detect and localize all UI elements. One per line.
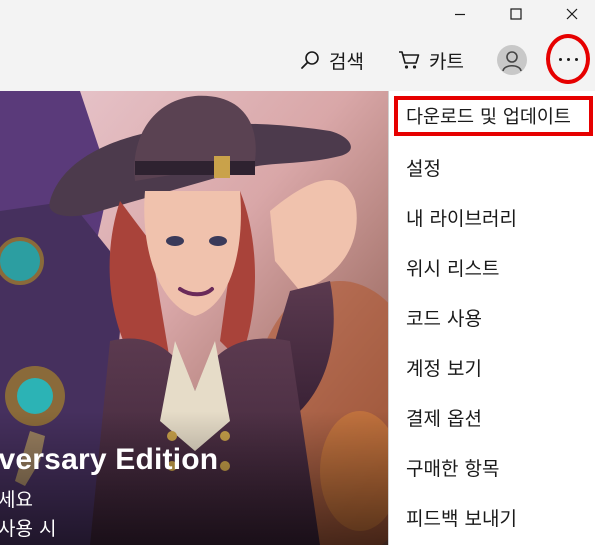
minimize-button[interactable] <box>437 0 483 28</box>
menu-item-redeem-code[interactable]: 코드 사용 <box>406 302 482 332</box>
more-options-menu: 다운로드 및 업데이트 설정 내 라이브러리 위시 리스트 코드 사용 계정 보… <box>388 91 595 545</box>
hero-title: iversary Edition <box>0 443 219 476</box>
hero-subtitle-line: 세요 <box>0 489 33 511</box>
hero-banner[interactable]: iversary Edition 세요 사용 시 <box>0 91 388 545</box>
account-button[interactable] <box>497 45 527 75</box>
cart-icon <box>399 51 420 69</box>
menu-item-downloads-updates[interactable]: 다운로드 및 업데이트 <box>394 96 593 136</box>
close-icon <box>566 8 578 20</box>
close-button[interactable] <box>549 0 595 28</box>
search-button[interactable]: 검색 <box>300 42 364 78</box>
search-label: 검색 <box>329 50 364 73</box>
avatar-icon <box>502 51 522 72</box>
more-options-button[interactable] <box>546 34 590 84</box>
search-icon <box>301 51 319 69</box>
cart-button[interactable]: 카트 <box>398 42 464 78</box>
hero-subtitle-line: 사용 시 <box>0 518 57 540</box>
maximize-button[interactable] <box>493 0 539 28</box>
minimize-icon <box>455 13 465 16</box>
menu-item-my-library[interactable]: 내 라이브러리 <box>406 202 517 232</box>
menu-item-wishlist[interactable]: 위시 리스트 <box>406 252 499 282</box>
store-toolbar: 검색 카트 <box>0 28 595 91</box>
maximize-icon <box>510 8 522 20</box>
title-bar <box>0 0 595 28</box>
ellipsis-icon <box>558 57 578 61</box>
menu-item-settings[interactable]: 설정 <box>406 152 441 182</box>
cart-label: 카트 <box>429 50 464 73</box>
menu-item-payment-options[interactable]: 결제 옵션 <box>406 402 482 432</box>
menu-item-view-account[interactable]: 계정 보기 <box>406 352 482 382</box>
menu-item-send-feedback[interactable]: 피드백 보내기 <box>406 502 517 532</box>
menu-item-purchased[interactable]: 구매한 항목 <box>406 452 499 482</box>
